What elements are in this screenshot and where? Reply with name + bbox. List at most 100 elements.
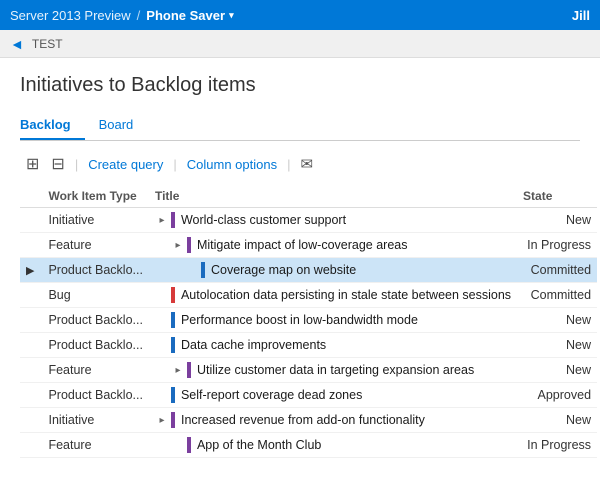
work-item-type-cell: Feature xyxy=(42,233,149,258)
table-header-row: Work Item Type Title State xyxy=(20,185,597,208)
title-text: App of the Month Club xyxy=(197,438,321,452)
toolbar: ⊞ ⊟ | Create query | Column options | ✉ xyxy=(20,151,580,177)
color-bar-indicator xyxy=(171,212,175,228)
state-cell: In Progress xyxy=(517,233,597,258)
table-row[interactable]: ▶ Product Backlo... Coverage map on websit… xyxy=(20,258,597,283)
nav-separator: / xyxy=(137,8,141,23)
table-row[interactable]: Feature App of the Month Club In Progress xyxy=(20,433,597,458)
row-selected-arrow: ▶ xyxy=(26,265,34,277)
title-cell[interactable]: ▸ Increased revenue from add-on functiona… xyxy=(149,408,517,433)
title-text: Utilize customer data in targeting expan… xyxy=(197,363,474,377)
title-text: Increased revenue from add-on functional… xyxy=(181,413,425,427)
row-selector xyxy=(20,233,42,258)
row-selector xyxy=(20,208,42,233)
breadcrumb-label: TEST xyxy=(32,37,63,51)
title-cell[interactable]: Data cache improvements xyxy=(149,333,517,358)
state-cell: Committed xyxy=(517,283,597,308)
main-content: Initiatives to Backlog items Backlog Boa… xyxy=(0,58,600,468)
row-selector xyxy=(20,358,42,383)
row-selector xyxy=(20,333,42,358)
table-row[interactable]: BugAutolocation data persisting in stale… xyxy=(20,283,597,308)
expand-icon[interactable]: ▸ xyxy=(155,213,169,227)
work-items-table: Work Item Type Title State Initiative▸Wo… xyxy=(20,185,597,458)
collapse-all-button[interactable]: ⊟ xyxy=(45,151,70,177)
top-navigation: Server 2013 Preview / Phone Saver ▾ Jill xyxy=(0,0,600,30)
work-item-type-cell: Product Backlo... xyxy=(42,383,149,408)
color-bar-indicator xyxy=(201,262,205,278)
state-cell: In Progress xyxy=(517,433,597,458)
title-cell[interactable]: ▸ Mitigate impact of low-coverage areas xyxy=(149,233,517,258)
title-cell[interactable]: Performance boost in low-bandwidth mode xyxy=(149,308,517,333)
work-item-type-cell: Feature xyxy=(42,433,149,458)
title-cell[interactable]: Autolocation data persisting in stale st… xyxy=(149,283,517,308)
row-selector xyxy=(20,408,42,433)
state-cell: New xyxy=(517,208,597,233)
user-name: Jill xyxy=(572,8,590,23)
work-item-type-cell: Feature xyxy=(42,358,149,383)
title-text: Self-report coverage dead zones xyxy=(181,388,362,402)
table-row[interactable]: Product Backlo... Performance boost in lo… xyxy=(20,308,597,333)
table-row[interactable]: Product Backlo... Self-report coverage de… xyxy=(20,383,597,408)
toolbar-separator-2: | xyxy=(173,157,176,172)
tab-backlog[interactable]: Backlog xyxy=(20,111,85,140)
title-cell[interactable]: ▸World-class customer support xyxy=(149,208,517,233)
state-cell: Committed xyxy=(517,258,597,283)
row-selector: ▶ xyxy=(20,258,42,283)
create-query-link[interactable]: Create query xyxy=(82,154,169,175)
project-dropdown-icon[interactable]: ▾ xyxy=(229,10,234,21)
expand-icon[interactable]: ▸ xyxy=(171,363,185,377)
col-header-selector xyxy=(20,185,42,208)
work-item-type-cell: Product Backlo... xyxy=(42,258,149,283)
color-bar-indicator xyxy=(171,337,175,353)
project-name[interactable]: Phone Saver ▾ xyxy=(146,8,233,23)
toolbar-separator-1: | xyxy=(75,157,78,172)
table-row[interactable]: Feature ▸ Utilize customer data in targeti… xyxy=(20,358,597,383)
email-button[interactable]: ✉ xyxy=(294,152,319,176)
title-cell[interactable]: App of the Month Club xyxy=(149,433,517,458)
tab-board[interactable]: Board xyxy=(99,111,148,140)
table-row[interactable]: Initiative▸World-class customer supportN… xyxy=(20,208,597,233)
col-header-title: Title xyxy=(149,185,517,208)
breadcrumb-bar: ◄ TEST xyxy=(0,30,600,58)
title-text: Autolocation data persisting in stale st… xyxy=(181,288,511,302)
color-bar-indicator xyxy=(187,237,191,253)
work-item-type-cell: Product Backlo... xyxy=(42,308,149,333)
tab-bar: Backlog Board xyxy=(20,111,580,141)
table-row[interactable]: Feature ▸ Mitigate impact of low-coverage … xyxy=(20,233,597,258)
state-cell: New xyxy=(517,358,597,383)
work-item-type-cell: Initiative xyxy=(42,408,149,433)
row-selector xyxy=(20,433,42,458)
col-header-state: State xyxy=(517,185,597,208)
col-header-work-item-type: Work Item Type xyxy=(42,185,149,208)
title-cell[interactable]: Coverage map on website xyxy=(149,258,517,283)
breadcrumb-back-icon[interactable]: ◄ xyxy=(10,36,24,52)
state-cell: New xyxy=(517,333,597,358)
color-bar-indicator xyxy=(171,412,175,428)
table-row[interactable]: Initiative ▸ Increased revenue from add-on… xyxy=(20,408,597,433)
title-text: Data cache improvements xyxy=(181,338,326,352)
color-bar-indicator xyxy=(171,312,175,328)
color-bar-indicator xyxy=(187,437,191,453)
state-cell: Approved xyxy=(517,383,597,408)
state-cell: New xyxy=(517,308,597,333)
title-cell[interactable]: ▸ Utilize customer data in targeting expa… xyxy=(149,358,517,383)
expand-all-button[interactable]: ⊞ xyxy=(20,151,45,177)
column-options-link[interactable]: Column options xyxy=(181,154,283,175)
color-bar-indicator xyxy=(187,362,191,378)
color-bar-indicator xyxy=(171,387,175,403)
state-cell: New xyxy=(517,408,597,433)
expand-icon[interactable]: ▸ xyxy=(171,238,185,252)
row-selector xyxy=(20,283,42,308)
title-text: Mitigate impact of low-coverage areas xyxy=(197,238,408,252)
color-bar-indicator xyxy=(171,287,175,303)
expand-icon[interactable]: ▸ xyxy=(155,413,169,427)
app-name: Server 2013 Preview xyxy=(10,8,131,23)
page-title: Initiatives to Backlog items xyxy=(20,74,580,97)
title-text: Coverage map on website xyxy=(211,263,356,277)
title-text: Performance boost in low-bandwidth mode xyxy=(181,313,418,327)
title-cell[interactable]: Self-report coverage dead zones xyxy=(149,383,517,408)
toolbar-separator-3: | xyxy=(287,157,290,172)
table-row[interactable]: Product Backlo...Data cache improvements… xyxy=(20,333,597,358)
row-selector xyxy=(20,383,42,408)
work-item-type-cell: Initiative xyxy=(42,208,149,233)
